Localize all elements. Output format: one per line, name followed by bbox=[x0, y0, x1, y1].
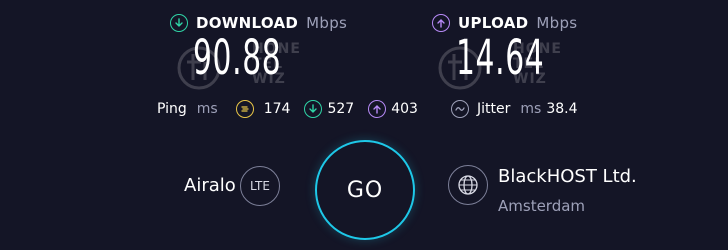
ping-upload-icon bbox=[368, 100, 387, 118]
jitter-unit: ms bbox=[520, 101, 542, 117]
go-button-label: GO bbox=[346, 177, 384, 203]
server-name[interactable]: BlackHOST Ltd. bbox=[498, 166, 637, 187]
upload-arrow-icon bbox=[432, 14, 450, 32]
upload-value: 14.64 bbox=[456, 30, 545, 86]
ping-download-icon bbox=[304, 100, 323, 118]
ping-idle-icon bbox=[235, 100, 254, 118]
ping-label: Ping bbox=[157, 101, 187, 117]
jitter-icon bbox=[451, 100, 469, 118]
ping-download-value: 527 bbox=[327, 101, 355, 117]
network-type-badge: LTE bbox=[240, 166, 280, 206]
ping-row: Ping ms 174 527 403 bbox=[157, 100, 418, 118]
jitter-row: Jitter ms 38.4 bbox=[451, 100, 577, 118]
ping-upload-value: 403 bbox=[391, 101, 418, 117]
jitter-label: Jitter bbox=[477, 101, 511, 117]
download-arrow-icon bbox=[170, 14, 188, 32]
server-location: Amsterdam bbox=[498, 197, 586, 215]
provider-name: Airalo bbox=[184, 175, 236, 196]
download-unit: Mbps bbox=[306, 14, 348, 32]
ping-idle-value: 174 bbox=[263, 101, 291, 117]
network-type-label: LTE bbox=[250, 179, 270, 193]
download-value: 90.88 bbox=[193, 30, 282, 86]
ping-unit: ms bbox=[196, 101, 218, 117]
go-button[interactable]: GO bbox=[315, 140, 415, 240]
server-globe-icon[interactable] bbox=[448, 165, 488, 205]
jitter-value: 38.4 bbox=[546, 101, 578, 117]
